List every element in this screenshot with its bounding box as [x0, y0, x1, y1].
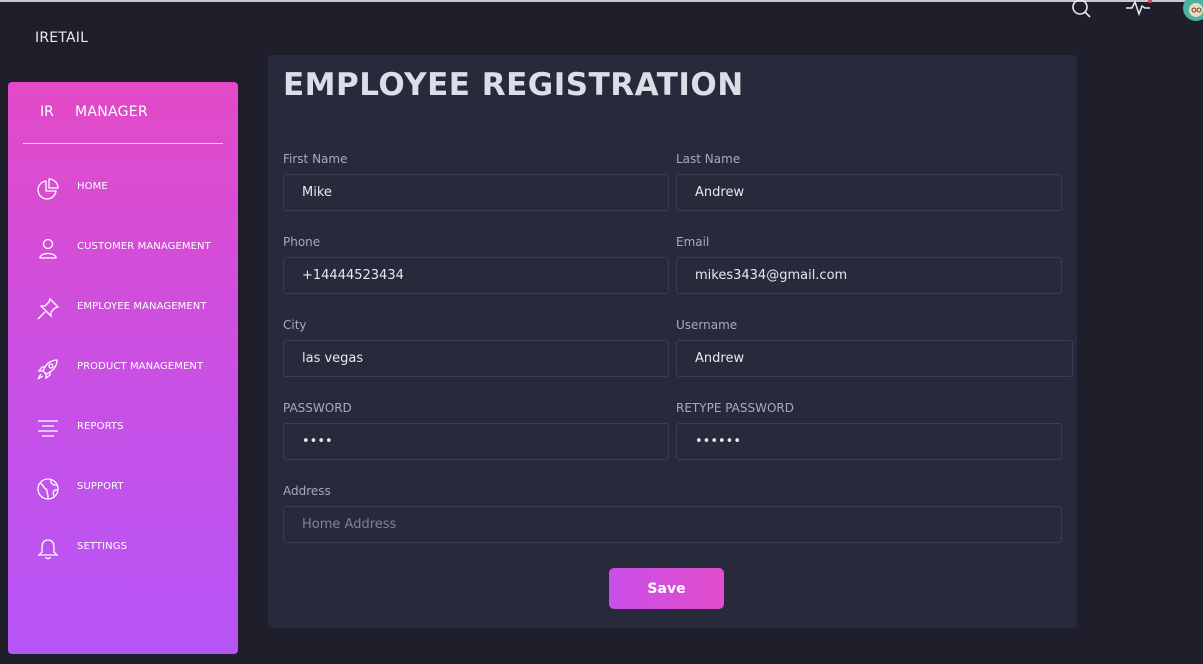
search-icon[interactable] [1070, 0, 1092, 24]
sidebar-item-label: REPORTS [77, 421, 124, 432]
brand-logo-text[interactable]: IRETAIL [35, 30, 88, 46]
sidebar-item-label: EMPLOYEE MANAGEMENT [77, 301, 207, 312]
sidebar-item-settings[interactable]: SETTINGS [8, 529, 238, 569]
email-label: Email [676, 235, 710, 249]
user-icon [36, 237, 60, 261]
username-field[interactable] [676, 340, 1073, 377]
last-name-label: Last Name [676, 152, 741, 166]
sidebar-item-employee-management[interactable]: EMPLOYEE MANAGEMENT [8, 289, 238, 329]
save-button[interactable]: Save [609, 568, 724, 609]
sidebar-item-product-management[interactable]: PRODUCT MANAGEMENT [8, 349, 238, 389]
sidebar-item-label: HOME [77, 181, 108, 192]
bell-icon [36, 537, 60, 561]
sidebar-item-label: SETTINGS [77, 541, 128, 552]
pin-icon [36, 297, 60, 321]
sidebar-mini-logo[interactable]: IR [40, 104, 54, 120]
city-label: City [283, 318, 307, 332]
employee-registration-card: EMPLOYEE REGISTRATION First Name Last Na… [268, 55, 1077, 628]
address-label: Address [283, 484, 331, 498]
sidebar-item-label: PRODUCT MANAGEMENT [77, 361, 204, 372]
sidebar-item-reports[interactable]: REPORTS [8, 409, 238, 449]
sidebar-item-support[interactable]: SUPPORT [8, 469, 238, 509]
top-border [0, 0, 1203, 2]
sidebar-title[interactable]: MANAGER [75, 104, 148, 120]
password-field[interactable] [283, 423, 669, 460]
email-field[interactable] [676, 257, 1062, 294]
page-title: EMPLOYEE REGISTRATION [283, 67, 744, 103]
sidebar-item-customer-management[interactable]: CUSTOMER MANAGEMENT [8, 229, 238, 269]
last-name-field[interactable] [676, 174, 1062, 211]
retype-password-label: RETYPE PASSWORD [676, 401, 795, 415]
pie-chart-icon [36, 177, 60, 201]
sidebar-item-label: SUPPORT [77, 481, 124, 492]
retype-password-field[interactable] [676, 423, 1062, 460]
sidebar-header: IR MANAGER [23, 82, 223, 144]
city-field[interactable] [283, 340, 669, 377]
password-label: PASSWORD [283, 401, 352, 415]
first-name-field[interactable] [283, 174, 669, 211]
phone-field[interactable] [283, 257, 669, 294]
sidebar: IR MANAGER HOME CUSTOMER MANAGEMENT EMPL… [8, 82, 238, 654]
first-name-label: First Name [283, 152, 348, 166]
align-center-icon [36, 417, 60, 441]
sidebar-item-home[interactable]: HOME [8, 169, 238, 209]
globe-icon [36, 477, 60, 501]
sidebar-item-label: CUSTOMER MANAGEMENT [77, 241, 211, 252]
avatar[interactable] [1180, 0, 1203, 26]
rocket-icon [36, 357, 60, 381]
address-field[interactable] [283, 506, 1062, 543]
username-label: Username [676, 318, 738, 332]
phone-label: Phone [283, 235, 321, 249]
activity-icon[interactable] [1124, 0, 1154, 20]
